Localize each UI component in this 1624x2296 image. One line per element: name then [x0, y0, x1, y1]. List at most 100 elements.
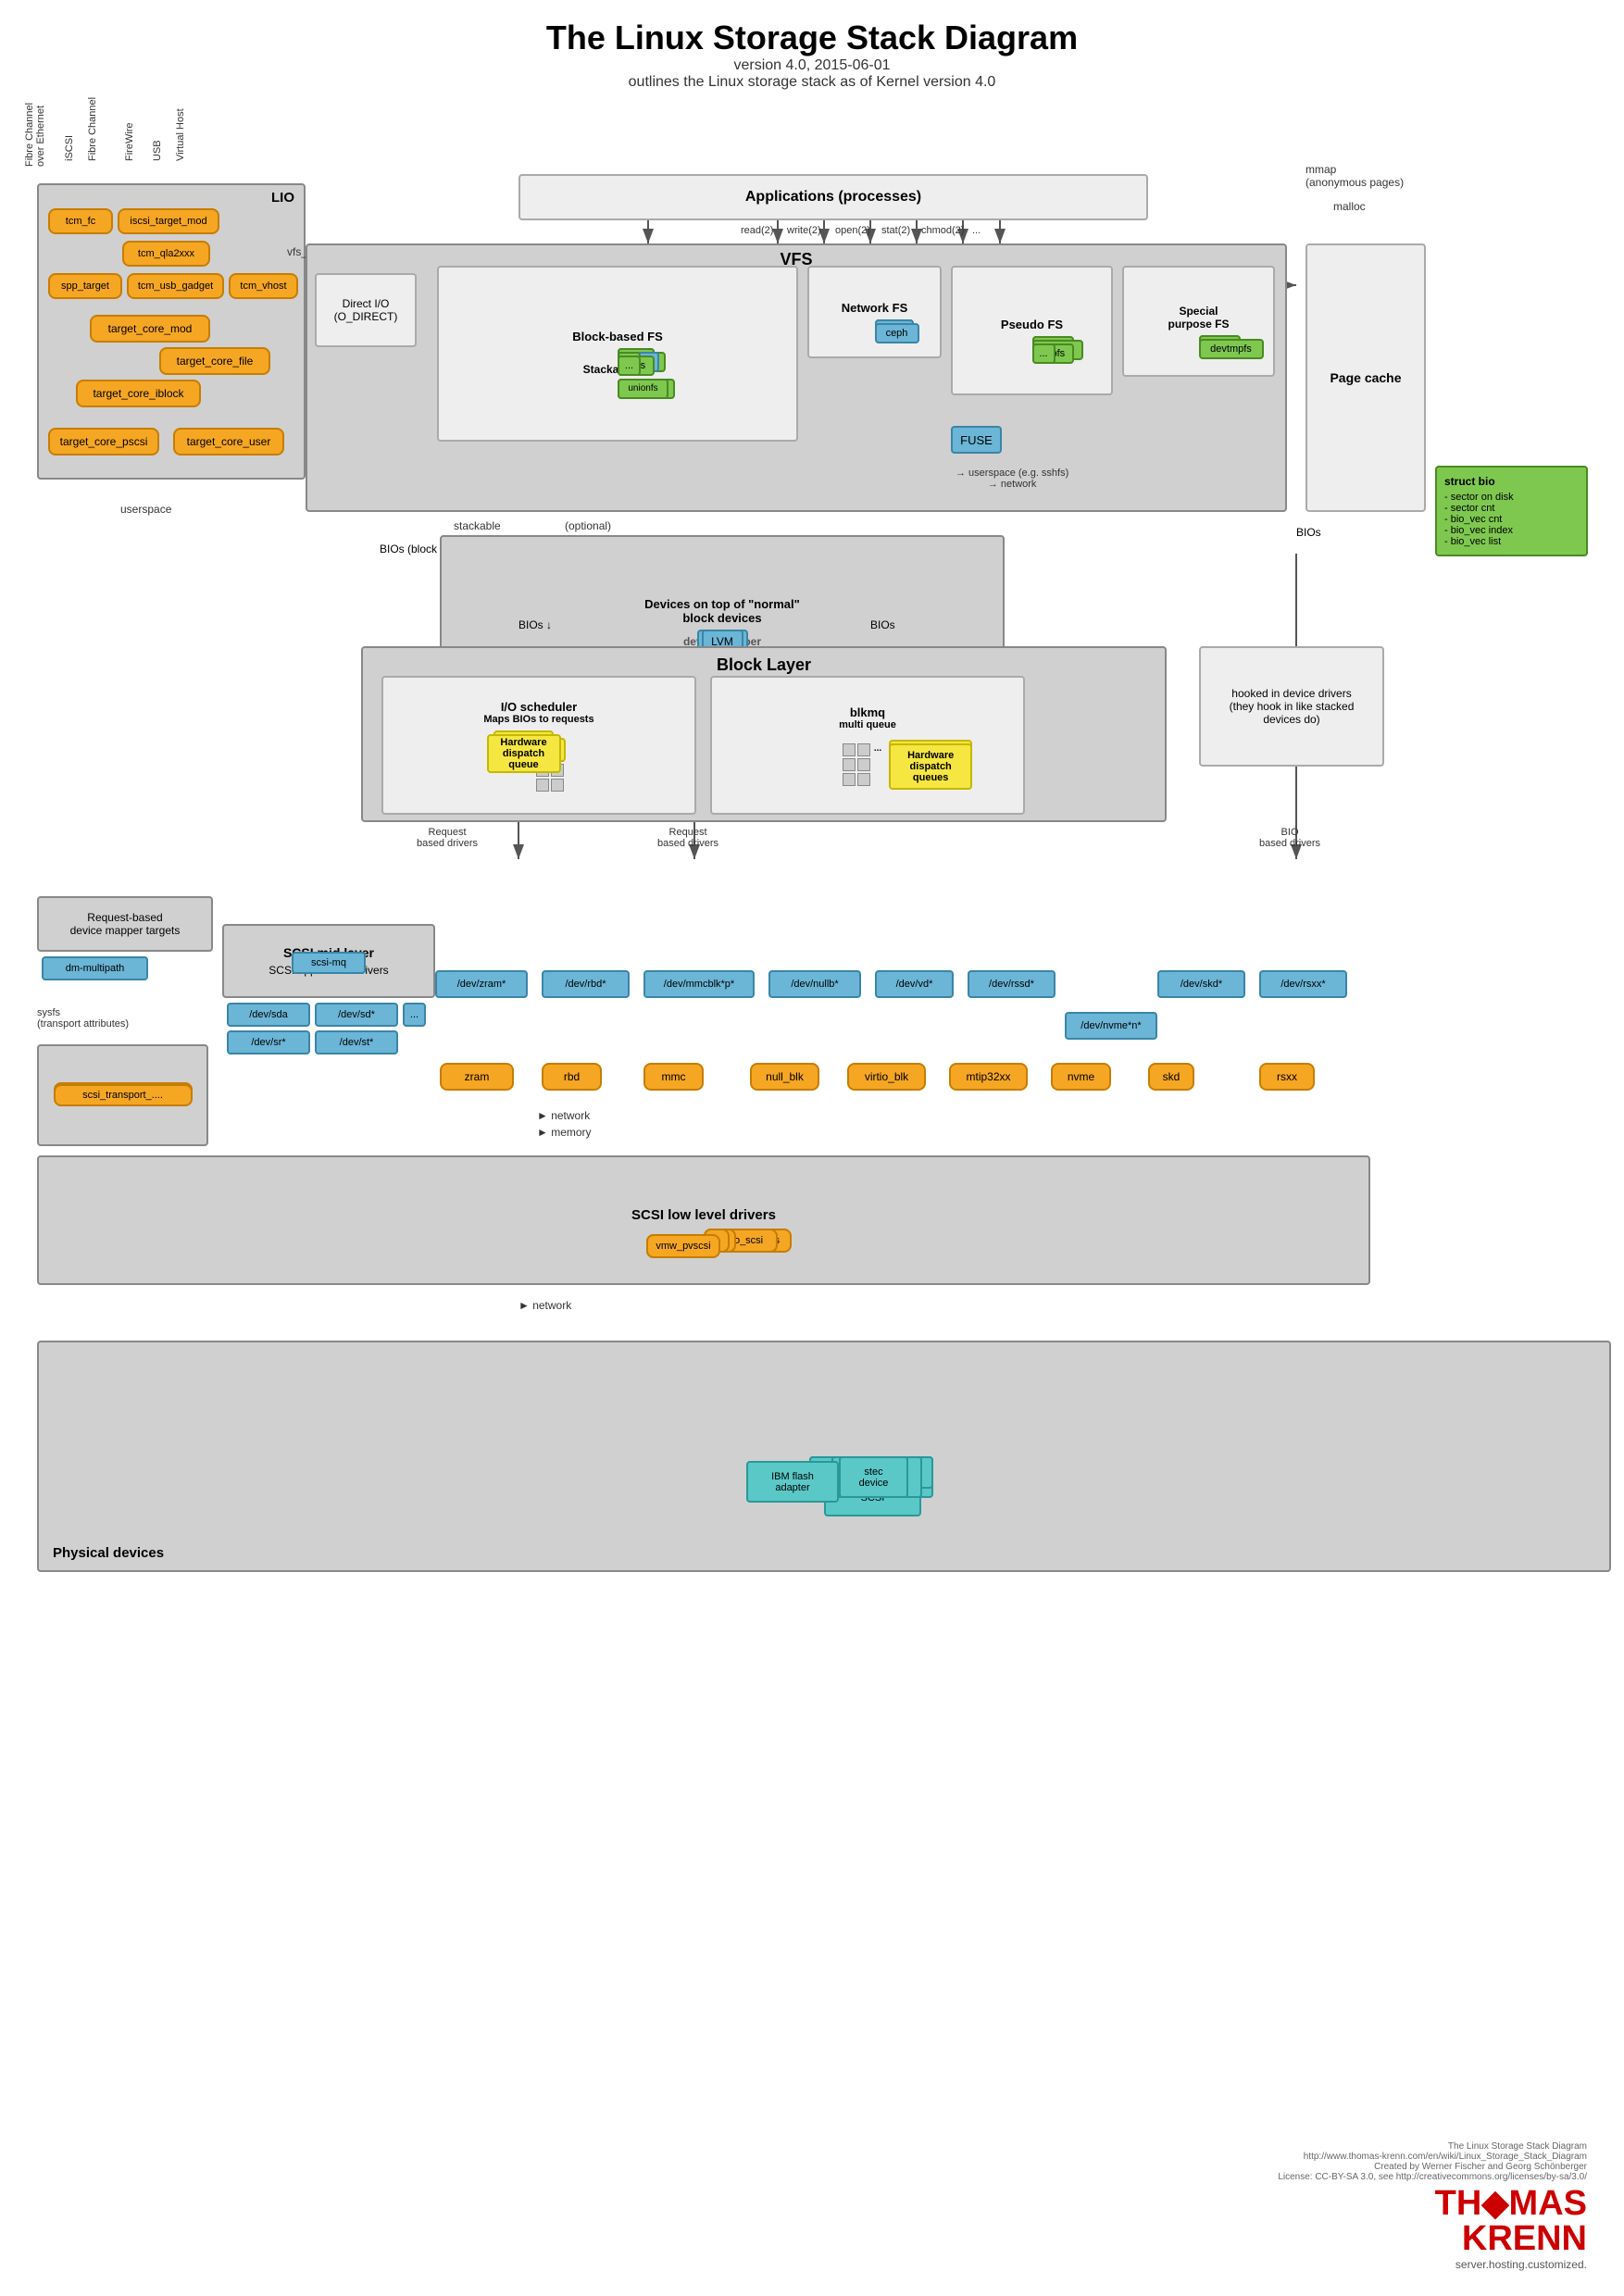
- userspace-label: userspace: [120, 503, 171, 516]
- tcm-fc-box: tcm_fc: [48, 208, 113, 234]
- memory-label: ► memory: [537, 1126, 592, 1139]
- thomas-krenn-logo: TH◆MASKRENN: [1278, 2186, 1587, 2256]
- rbd-driver-box: rbd: [542, 1063, 602, 1091]
- hw-dispatch-queue-box: Hardwaredispatchqueue: [487, 734, 561, 773]
- userspace-sshfs-label: → userspace (e.g. sshfs)→ network: [956, 468, 1068, 490]
- page-title: The Linux Storage Stack Diagram: [19, 19, 1605, 57]
- scsi-mid-layer-box: SCSI mid layer scsi-mq SCSI upper level …: [222, 924, 435, 998]
- unionfs-box: unionfs: [618, 379, 668, 399]
- fuse-box: FUSE: [951, 426, 1002, 454]
- network-label2: ► network: [518, 1299, 571, 1312]
- target-core-pscsi-box: target_core_pscsi: [48, 428, 159, 455]
- network-fs-label: Network FS: [842, 301, 908, 315]
- target-core-file-box: target_core_file: [159, 347, 270, 375]
- pseudo-fs-box: Pseudo FS proc sysfs pipefs futexfs usbf…: [951, 266, 1113, 395]
- dev-rsxx-box: /dev/rsxx*: [1259, 970, 1347, 998]
- stat2-label: stat(2): [881, 225, 910, 236]
- dots2-box: ...: [618, 356, 641, 376]
- tcm-usb-gadget-box: tcm_usb_gadget: [127, 273, 224, 299]
- dev-sda-box: /dev/sda: [227, 1003, 310, 1027]
- blkmq-label: blkmq: [850, 705, 885, 719]
- applications-box: Applications (processes): [518, 174, 1148, 220]
- block-layer-box: Block Layer I/O scheduler Maps BIOs to r…: [361, 646, 1167, 822]
- direct-io-box: Direct I/O(O_DIRECT): [315, 273, 417, 347]
- dev-st-box: /dev/st*: [315, 1030, 398, 1054]
- struct-bio-label: struct bio: [1444, 475, 1579, 488]
- nvme-driver-box: nvme: [1051, 1063, 1111, 1091]
- bios-right: BIOs: [1296, 526, 1321, 539]
- label-fibre-channel-ethernet: Fibre Channelover Ethernet: [24, 103, 46, 167]
- scsi-low-level-label: SCSI low level drivers: [631, 1207, 776, 1223]
- chmod2-label: chmod(2): [921, 225, 964, 236]
- spp-target-box: spp_target: [48, 273, 122, 299]
- request-based-drivers-left: Requestbased drivers: [417, 827, 478, 849]
- dots3-box: ...: [1032, 343, 1056, 364]
- dev-zram-box: /dev/zram*: [435, 970, 528, 998]
- block-devices-label: Devices on top of "normal"block devices: [644, 597, 800, 625]
- read2-label: read(2): [741, 225, 773, 236]
- dev-skd-box: /dev/skd*: [1157, 970, 1245, 998]
- footer-text: The Linux Storage Stack Diagram http://w…: [1278, 2141, 1587, 2182]
- lio-box: LIO tcm_fc iscsi_target_mod tcm_qla2xxx …: [37, 183, 306, 480]
- block-based-fs-box: Block-based FS ext2 ext3 ext4 xfs btrfs …: [437, 266, 798, 442]
- multi-queue-label: multi queue: [839, 719, 896, 730]
- request-based-drivers-right: Requestbased drivers: [657, 827, 718, 849]
- footer: The Linux Storage Stack Diagram http://w…: [1278, 2141, 1587, 2271]
- io-scheduler-box: I/O scheduler Maps BIOs to requests noop…: [381, 676, 696, 815]
- ceph-box: ceph: [875, 323, 919, 343]
- diagram-container: Fibre Channelover Ethernet iSCSI Fibre C…: [19, 100, 1605, 2276]
- bios-down-left: BIOs ↓: [518, 618, 552, 631]
- tcm-vhost-box: tcm_vhost: [229, 273, 298, 299]
- label-fibre-channel: Fibre Channel: [87, 97, 98, 161]
- zram-driver-box: zram: [440, 1063, 514, 1091]
- mtip32xx-driver-box: mtip32xx: [949, 1063, 1028, 1091]
- block-based-fs-label: Block-based FS: [572, 330, 663, 343]
- maps-bios-label: Maps BIOs to requests: [483, 714, 593, 725]
- struct-bio-box: struct bio - sector on disk - sector cnt…: [1435, 466, 1588, 556]
- label-iscsi: iSCSI: [64, 135, 75, 161]
- write2-label: write(2): [787, 225, 821, 236]
- skd-driver-box: skd: [1148, 1063, 1194, 1091]
- mmap-label: mmap(anonymous pages): [1305, 163, 1404, 189]
- label-virtual-host: Virtual Host: [175, 108, 186, 161]
- physical-devices-label: Physical devices: [53, 1545, 164, 1561]
- version-text: version 4.0, 2015-06-01: [19, 57, 1605, 74]
- hw-dispatch-queues-box: Hardwaredispatchqueues: [889, 743, 972, 790]
- scsi-mq-box: scsi-mq: [292, 952, 366, 974]
- request-based-dm-box: Request-baseddevice mapper targets: [37, 896, 213, 952]
- dev-sr-box: /dev/sr*: [227, 1030, 310, 1054]
- special-fs-label: Specialpurpose FS: [1168, 305, 1229, 331]
- dev-rbd-box: /dev/rbd*: [542, 970, 630, 998]
- malloc-label: malloc: [1333, 200, 1366, 213]
- transport-classes-box: Transport classes scsi_transport_fc scsi…: [37, 1044, 208, 1146]
- ibm-flash-box: IBM flashadapter: [746, 1461, 839, 1503]
- description-text: outlines the Linux storage stack as of K…: [19, 74, 1605, 91]
- network-fs-box: Network FS NFS coda ceph: [807, 266, 942, 358]
- scsi-low-level-box: SCSI low level drivers libata megaraid_s…: [37, 1155, 1370, 1285]
- dev-mmcblk-box: /dev/mmcblk*p*: [643, 970, 755, 998]
- vmw-pvscsi-box: vmw_pvscsi: [646, 1234, 720, 1258]
- virtio-blk-driver-box: virtio_blk: [847, 1063, 926, 1091]
- label-usb: USB: [152, 140, 163, 161]
- scsi-transport-dots-box: scsi_transport_....: [54, 1084, 193, 1106]
- optional-label: (optional): [565, 519, 611, 532]
- physical-devices-box: Physical devices HDD SSD DVDdrive LSIRAI…: [37, 1341, 1611, 1572]
- open2-label: open(2): [835, 225, 870, 236]
- tcm-qla2xxx-box: tcm_qla2xxx: [122, 241, 210, 267]
- struct-bio-content: - sector on disk - sector cnt - bio_vec …: [1444, 492, 1579, 547]
- block-layer-label: Block Layer: [717, 655, 811, 675]
- devtmpfs-box: devtmpfs: [1199, 339, 1264, 359]
- bios-down-right: BIOs: [870, 618, 895, 631]
- stackable-label: stackable: [454, 519, 501, 532]
- page-cache-box: Page cache: [1305, 243, 1426, 512]
- network-label: ► network: [537, 1109, 590, 1122]
- blkmq-box: blkmq multi queue ...: [710, 676, 1025, 815]
- iscsi-target-mod-box: iscsi_target_mod: [118, 208, 219, 234]
- mmc-driver-box: mmc: [643, 1063, 704, 1091]
- io-scheduler-label: I/O scheduler: [501, 700, 577, 714]
- dev-vd-box: /dev/vd*: [875, 970, 954, 998]
- dev-nullb-box: /dev/nullb*: [768, 970, 861, 998]
- label-firewire: FireWire: [124, 122, 135, 161]
- dots-label: ...: [972, 225, 981, 236]
- target-core-user-box: target_core_user: [173, 428, 284, 455]
